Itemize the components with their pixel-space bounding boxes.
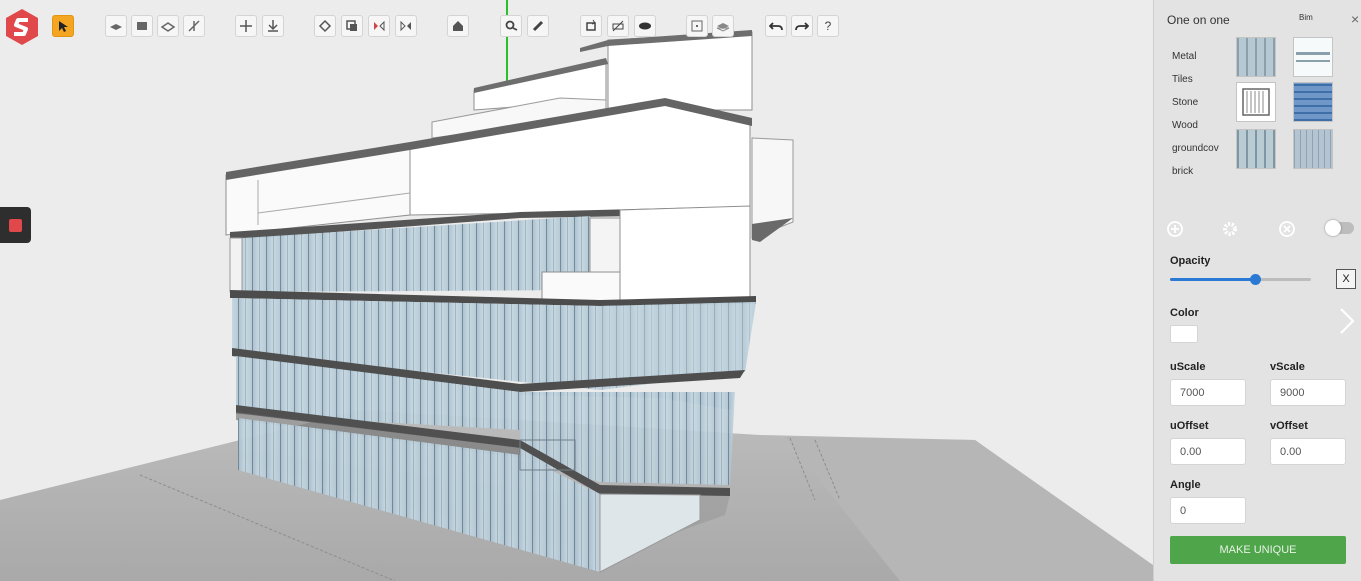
building-model[interactable]	[0, 0, 1153, 581]
record-button[interactable]	[0, 207, 31, 243]
opacity-label: Opacity	[1170, 255, 1211, 267]
frame-icon[interactable]	[686, 15, 708, 37]
material-swatch[interactable]	[1236, 129, 1276, 169]
visibility-icon[interactable]	[634, 15, 656, 37]
rotate-icon[interactable]	[314, 15, 336, 37]
material-swatch[interactable]	[1293, 129, 1333, 169]
opacity-slider[interactable]	[1170, 274, 1311, 285]
plane-icon[interactable]	[105, 15, 127, 37]
chevron-right-icon[interactable]	[1339, 307, 1355, 335]
uscale-label: uScale	[1170, 361, 1206, 373]
voffset-label: vOffset	[1270, 420, 1308, 432]
add-icon[interactable]	[1166, 220, 1184, 238]
angle-label: Angle	[1170, 479, 1201, 491]
material-category-brick[interactable]: brick	[1172, 165, 1238, 188]
opacity-slider-fill	[1170, 278, 1255, 281]
panel-title: One on one	[1167, 13, 1230, 27]
explode-icon[interactable]	[183, 15, 205, 37]
mirror-icon[interactable]	[368, 15, 390, 37]
orbit-icon[interactable]	[580, 15, 602, 37]
bim-tab[interactable]: Bim	[1299, 13, 1313, 22]
uoffset-label: uOffset	[1170, 420, 1209, 432]
flip-icon[interactable]	[395, 15, 417, 37]
material-category-stone[interactable]: Stone	[1172, 96, 1238, 119]
material-panel: One on one Bim × Metal Tiles Stone Wood …	[1153, 0, 1361, 581]
undo-icon[interactable]	[765, 15, 787, 37]
material-category-list: Metal Tiles Stone Wood groundcov brick	[1172, 50, 1238, 188]
color-picker[interactable]	[1170, 325, 1198, 343]
opacity-slider-handle[interactable]	[1249, 274, 1261, 285]
material-category-groundcover[interactable]: groundcov	[1172, 142, 1238, 165]
material-swatch[interactable]	[1293, 82, 1333, 122]
measure-icon[interactable]	[527, 15, 549, 37]
zoom-icon[interactable]	[500, 15, 522, 37]
copy-icon[interactable]	[341, 15, 363, 37]
snap-icon[interactable]	[262, 15, 284, 37]
toggle-switch[interactable]	[1325, 220, 1354, 236]
material-category-metal[interactable]: Metal	[1172, 50, 1238, 73]
material-swatch[interactable]	[1236, 82, 1276, 122]
help-icon[interactable]: ?	[817, 15, 839, 37]
3d-viewport[interactable]: ?	[0, 0, 1153, 581]
box-icon[interactable]	[131, 15, 153, 37]
remove-icon[interactable]	[1278, 220, 1296, 238]
color-label: Color	[1170, 307, 1199, 319]
select-icon[interactable]	[52, 15, 74, 37]
toggle-knob	[1325, 220, 1341, 236]
close-icon[interactable]: ×	[1351, 11, 1359, 27]
home-icon[interactable]	[447, 15, 469, 37]
uoffset-input[interactable]: 0.00	[1170, 438, 1246, 465]
gear-icon[interactable]	[1221, 220, 1239, 238]
material-swatch[interactable]	[1236, 37, 1276, 77]
record-icon	[9, 218, 22, 232]
angle-input[interactable]: 0	[1170, 497, 1246, 524]
voffset-input[interactable]: 0.00	[1270, 438, 1346, 465]
opacity-reset-button[interactable]: X	[1336, 269, 1356, 289]
material-category-tiles[interactable]: Tiles	[1172, 73, 1238, 96]
material-swatch[interactable]	[1293, 37, 1333, 77]
app-logo-icon	[6, 9, 38, 45]
help-label: ?	[824, 19, 832, 33]
make-unique-button[interactable]: MAKE UNIQUE	[1170, 536, 1346, 564]
move-icon[interactable]	[235, 15, 257, 37]
material-category-wood[interactable]: Wood	[1172, 119, 1238, 142]
vscale-input[interactable]: 9000	[1270, 379, 1346, 406]
section-icon[interactable]	[157, 15, 179, 37]
vscale-label: vScale	[1270, 361, 1305, 373]
hide-icon[interactable]	[607, 15, 629, 37]
redo-icon[interactable]	[791, 15, 813, 37]
uscale-input[interactable]: 7000	[1170, 379, 1246, 406]
layers-icon[interactable]	[712, 15, 734, 37]
